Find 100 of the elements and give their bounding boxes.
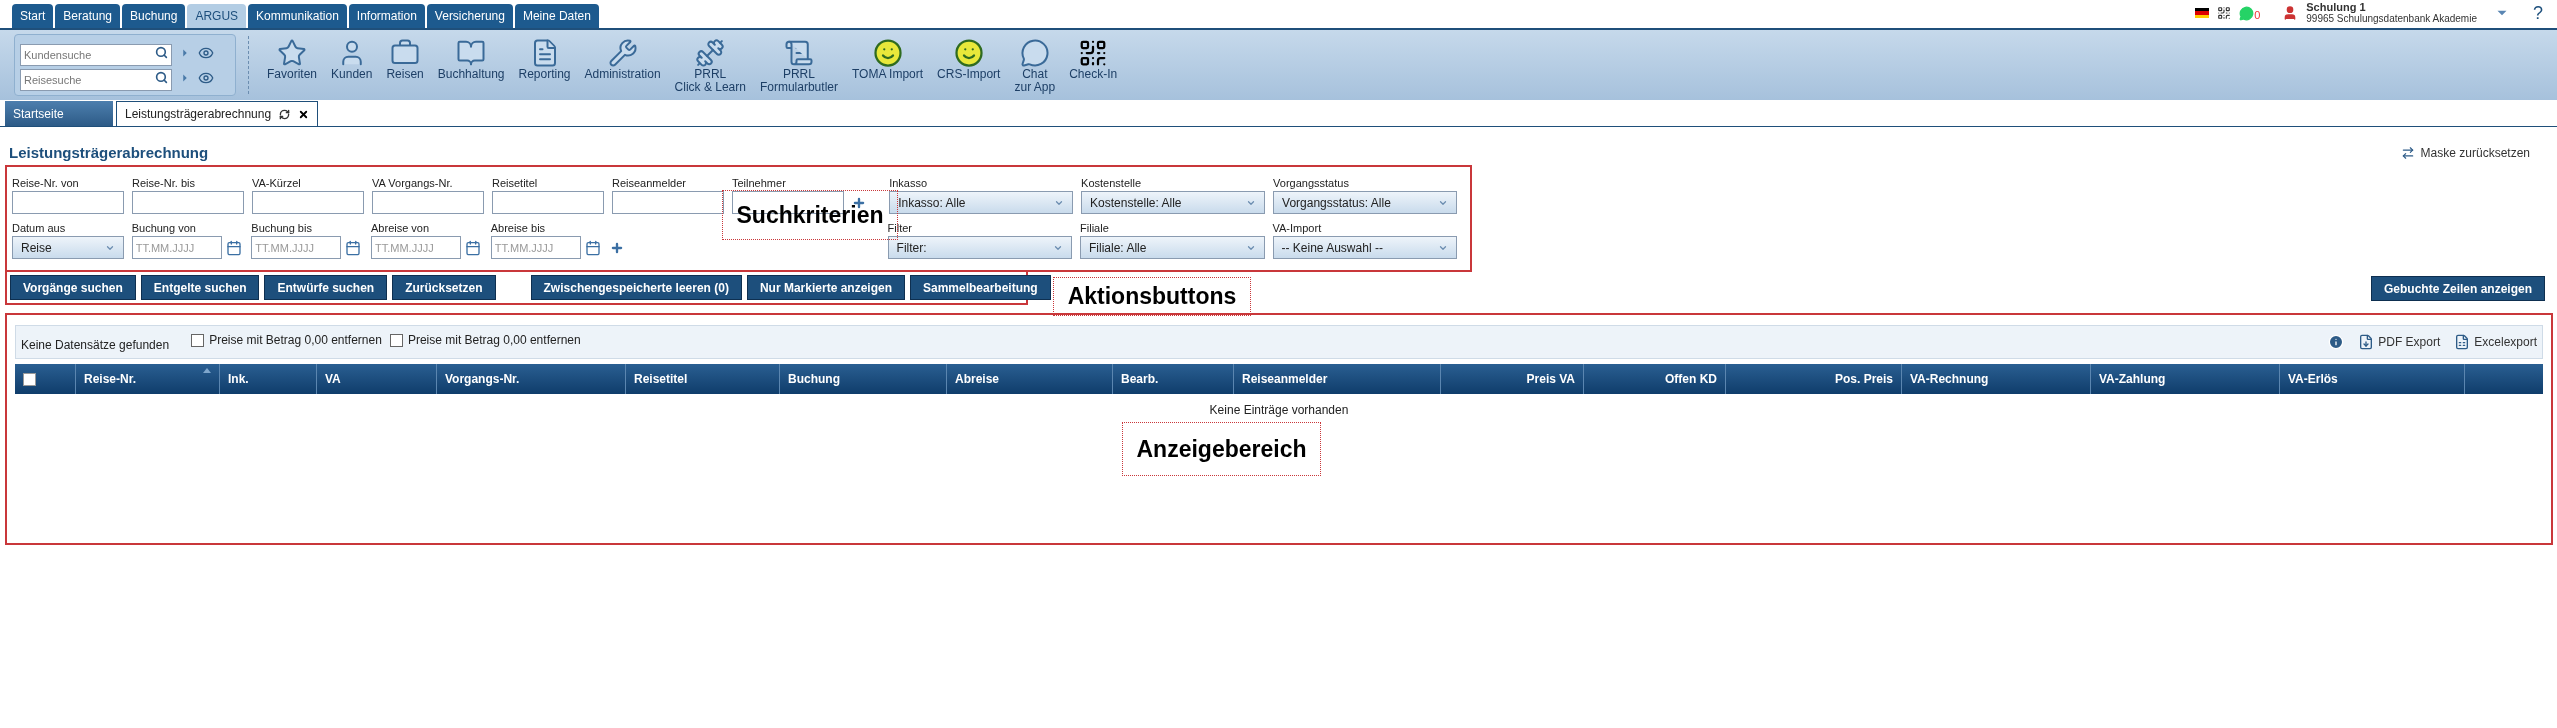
action-button[interactable]: Zwischengespeicherte leeren (0) <box>530 275 742 300</box>
nav-tab[interactable]: Meine Daten <box>514 4 599 28</box>
nav-tab[interactable]: Start <box>12 4 54 28</box>
toolbar-button[interactable]: CRS-Import <box>931 38 1007 81</box>
date-field[interactable]: TT.MM.JJJJ <box>251 236 342 259</box>
text-field[interactable] <box>492 191 604 214</box>
text-field[interactable] <box>372 191 484 214</box>
dropdown[interactable]: Vorgangsstatus: Alle <box>1273 191 1457 214</box>
user-name: Schulung 1 <box>2306 1 2366 13</box>
page-tab[interactable]: Leistungsträgerabrechnung <box>116 101 319 126</box>
dropdown[interactable]: -- Keine Auswahl -- <box>1272 236 1457 259</box>
calendar-icon[interactable] <box>584 239 601 256</box>
reset-mask-link[interactable]: Maske zurücksetzen <box>2400 144 2548 162</box>
toolbar-button[interactable]: Administration <box>578 38 667 81</box>
scroll-icon <box>783 38 814 68</box>
wrench-icon <box>607 38 638 68</box>
calendar-icon[interactable] <box>465 239 481 256</box>
column-header[interactable]: Pos. Preis <box>1726 364 1902 394</box>
dropdown[interactable]: Kostenstelle: Alle <box>1081 191 1266 214</box>
toolbar-button[interactable]: Kunden <box>325 38 379 81</box>
select-all-checkbox[interactable] <box>23 372 36 386</box>
dropdown[interactable]: Reise <box>12 236 124 259</box>
column-header[interactable]: Reiseanmelder <box>1234 364 1441 394</box>
action-button[interactable]: Vorgänge suchen <box>10 275 136 300</box>
search-icon[interactable] <box>155 70 168 84</box>
column-header[interactable]: VA-Zahlung <box>2091 364 2280 394</box>
toolbar-button[interactable]: Chat zur App <box>1008 38 1062 94</box>
date-field[interactable]: TT.MM.JJJJ <box>371 236 461 259</box>
field-label: Abreise von <box>371 221 431 236</box>
calendar-icon[interactable] <box>225 239 242 256</box>
action-button[interactable]: Nur Markierte anzeigen <box>746 275 905 300</box>
date-field[interactable]: TT.MM.JJJJ <box>490 236 581 259</box>
toolbar-button[interactable]: Reisen <box>380 38 430 81</box>
toolbar-button[interactable]: PRRL Formularbutler <box>753 38 844 94</box>
export-link[interactable]: Excelexport <box>2454 333 2537 351</box>
column-header[interactable]: Ink. <box>220 364 317 394</box>
column-header[interactable]: Reise-Nr. <box>76 364 220 394</box>
column-header[interactable]: Buchung <box>780 364 947 394</box>
page-title: Leistungsträgerabrechnung <box>9 142 209 163</box>
nav-tab[interactable]: Buchung <box>122 4 186 28</box>
dropdown[interactable]: Inkasso: Alle <box>889 191 1074 214</box>
toolbar-button[interactable]: Favoriten <box>261 38 324 81</box>
help-button[interactable]: ? <box>2533 0 2543 27</box>
column-header[interactable]: Reisetitel <box>626 364 780 394</box>
qr-code-icon[interactable] <box>2217 6 2232 20</box>
search-field[interactable]: Kundensuche <box>20 43 172 66</box>
text-field[interactable] <box>12 191 124 214</box>
column-header[interactable]: Preis VA <box>1441 364 1584 394</box>
search-icon[interactable] <box>155 45 168 59</box>
star-icon <box>277 38 307 68</box>
field-label: Teilnehmer <box>732 176 787 191</box>
field-label: Reisetitel <box>492 176 539 191</box>
text-field[interactable] <box>612 191 724 214</box>
annotation-label: Aktionsbuttons <box>1053 277 1251 316</box>
date-field[interactable]: TT.MM.JJJJ <box>131 236 222 259</box>
nav-tab[interactable]: Information <box>348 4 425 28</box>
checkbox-label: Preise mit Betrag 0,00 entfernen <box>209 332 382 349</box>
toolbar-button[interactable]: Buchhaltung <box>431 38 511 81</box>
reset-icon <box>2400 146 2415 160</box>
search-field[interactable]: Reisesuche <box>20 68 172 91</box>
action-button[interactable]: Zurücksetzen <box>392 275 496 300</box>
column-header[interactable]: Offen KD <box>1584 364 1726 394</box>
column-header[interactable]: VA-Erlös <box>2280 364 2465 394</box>
field-label: Reise-Nr. bis <box>132 176 196 191</box>
toolbar-button[interactable]: TOMA Import <box>845 38 930 81</box>
column-header[interactable]: Bearb. <box>1113 364 1234 394</box>
column-header[interactable]: Vorgangs-Nr. <box>437 364 626 394</box>
column-header[interactable]: VA <box>317 364 437 394</box>
refresh-icon[interactable] <box>279 108 291 120</box>
page-tab[interactable]: Startseite <box>5 101 113 126</box>
nav-tab[interactable]: ARGUS <box>187 4 247 28</box>
nav-tab[interactable]: Versicherung <box>426 4 513 28</box>
smiley-icon <box>953 38 984 68</box>
flag-icon[interactable] <box>2195 8 2210 18</box>
spreadsheet-icon <box>2454 334 2471 350</box>
pdf-icon <box>2358 334 2375 350</box>
dropdown[interactable]: Filiale: Alle <box>1080 236 1265 259</box>
calendar-icon[interactable] <box>345 239 362 256</box>
action-button[interactable]: Gebuchte Zeilen anzeigen <box>2370 276 2545 301</box>
export-link[interactable]: PDF Export <box>2358 333 2441 351</box>
action-button[interactable]: Sammelbearbeitung <box>910 275 1051 300</box>
column-header[interactable]: Abreise <box>947 364 1113 394</box>
toolbar-button[interactable]: Reporting <box>512 38 577 81</box>
nav-tab[interactable]: Kommunikation <box>248 4 347 28</box>
nav-tab[interactable]: Beratung <box>55 4 121 28</box>
action-button[interactable]: Entgelte suchen <box>140 275 260 300</box>
toolbar-button[interactable]: Check-In <box>1063 38 1124 81</box>
info-icon[interactable] <box>2328 334 2345 350</box>
action-button[interactable]: Entwürfe suchen <box>264 275 388 300</box>
text-field[interactable] <box>252 191 364 214</box>
empty-message: Keine Einträge vorhanden <box>1209 403 1349 417</box>
toolbar-button[interactable]: PRRL Click & Learn <box>668 38 752 94</box>
dropdown[interactable]: Filter: <box>887 236 1073 259</box>
checkbox[interactable] <box>389 333 403 347</box>
checkbox[interactable] <box>191 333 205 347</box>
close-icon[interactable] <box>298 108 310 120</box>
user-organization: 99965 Schulungsdatenbank Akademie <box>2306 13 2477 25</box>
column-header[interactable]: VA-Rechnung <box>1902 364 2091 394</box>
text-field[interactable] <box>132 191 244 214</box>
message-count: 0 <box>2254 9 2261 21</box>
